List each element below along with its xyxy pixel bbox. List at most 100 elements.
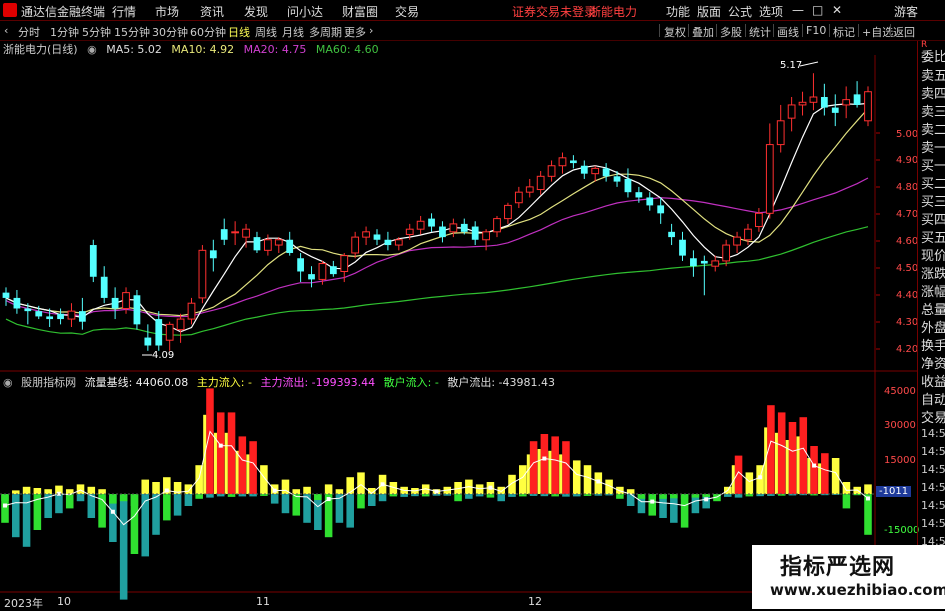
quote-side-panel: R 委比 卖五 卖四 卖三 卖二 卖一 买一 买二 买三 买四 买五 现价 涨跌… [917, 40, 945, 609]
panel-item-bid5[interactable]: 买五 [921, 227, 945, 246]
inflow-bar [292, 489, 301, 494]
panel-item-ratio[interactable]: 委比 [921, 46, 945, 65]
panel-item-ask3[interactable]: 卖三 [921, 101, 945, 120]
panel-item-bid2[interactable]: 买二 [921, 173, 945, 192]
panel-item-ask4[interactable]: 卖四 [921, 83, 945, 102]
flow-point [542, 456, 547, 461]
inflow-bar [346, 477, 354, 494]
ma20-value: MA20: 4.75 [243, 43, 307, 56]
candle-down [668, 231, 675, 238]
candle-down [384, 239, 392, 246]
flow-point [650, 499, 655, 504]
candle-down [613, 176, 621, 182]
candle-down [580, 165, 588, 174]
panel-item-ask1[interactable]: 卖一 [921, 137, 945, 156]
panel-item-turnover[interactable]: 换手 [921, 335, 945, 354]
panel-item-price[interactable]: 现价 [921, 245, 945, 264]
inflow-bar [562, 441, 570, 494]
inflow-bar [777, 412, 786, 494]
panel-item-ask2[interactable]: 卖二 [921, 119, 945, 138]
panel-item-outer[interactable]: 外盘 [921, 317, 945, 336]
candle-up [416, 220, 425, 230]
month-label: 12 [528, 595, 542, 608]
outflow-bar [65, 494, 74, 509]
stock-chart[interactable] [0, 0, 917, 609]
month-label: 11 [256, 595, 270, 608]
candle-up [744, 228, 752, 241]
candle-down [24, 308, 32, 312]
candle-down [646, 197, 654, 206]
panel-item-volume[interactable]: 总量 [921, 299, 945, 318]
panel-item-ask5[interactable]: 卖五 [921, 65, 945, 84]
inflow-bar-side [548, 450, 552, 494]
outflow-bar [119, 494, 128, 600]
inflow-bar [821, 453, 829, 494]
panel-item-net-assets[interactable]: 净资 [921, 353, 945, 372]
time-label: 14:56 [921, 463, 945, 476]
flow-tick: 30000 [884, 420, 916, 431]
flow-point [326, 497, 331, 502]
inflow-bar [141, 479, 150, 494]
inflow-bar-side [537, 449, 541, 494]
flow-point [704, 497, 709, 502]
outflow-bar [357, 494, 365, 509]
inflow-bar [87, 486, 96, 494]
ma5-value: MA5: 5.02 [106, 43, 162, 56]
candle-up [493, 218, 501, 233]
candle-down [111, 297, 119, 309]
inflow-bar-side [774, 432, 778, 494]
panel-item-bid4[interactable]: 买四 [921, 209, 945, 228]
inflow-bar [152, 482, 160, 494]
inflow-bar [44, 489, 52, 494]
inflow-bar [216, 412, 225, 494]
outflow-bar-retail [637, 494, 646, 499]
candle-up [231, 231, 240, 234]
candle-down [308, 274, 315, 280]
panel-item-auto[interactable]: 自动 [921, 389, 945, 408]
outflow-bar [87, 494, 96, 518]
outflow-bar-retail [109, 494, 117, 504]
outflow-bar-retail [659, 494, 667, 499]
candle-down [46, 316, 54, 320]
candle-down [286, 239, 294, 253]
kline-title: 浙能电力(日线) [3, 43, 78, 56]
ma-settings-icon[interactable]: ◉ [87, 43, 97, 56]
flow-point [812, 463, 817, 468]
inflow-bar [238, 436, 247, 494]
outflow-bar-retail [130, 494, 139, 506]
candle-down [35, 311, 43, 317]
outflow-bar [270, 494, 279, 504]
inflow-bar-side [526, 454, 530, 494]
panel-item-change-pct[interactable]: 涨幅 [921, 281, 945, 300]
inflow-bar [22, 486, 31, 494]
candle-up [449, 223, 458, 233]
candle-down [831, 107, 839, 113]
candle-down [220, 229, 228, 240]
inflow-bar [357, 472, 365, 494]
flow-point [380, 482, 385, 487]
flow-point [272, 488, 277, 493]
candle-up [263, 239, 272, 251]
panel-item-earnings[interactable]: 收益 [921, 371, 945, 390]
inflow-bar-side [246, 454, 250, 494]
candle-up [176, 318, 185, 331]
flow-point [110, 509, 115, 514]
time-label: 14:56 [921, 499, 945, 512]
candle-down [624, 178, 632, 193]
panel-item-bid3[interactable]: 买三 [921, 191, 945, 210]
candle-up [733, 236, 741, 246]
indicator-name[interactable]: 股朋指标网 [21, 376, 76, 389]
inflow-bar [249, 441, 257, 494]
outflow-bar [173, 494, 182, 516]
indicator-settings-icon[interactable]: ◉ [3, 376, 13, 389]
panel-item-change[interactable]: 涨跌 [921, 263, 945, 282]
outflow-bar [303, 494, 311, 523]
price-tick: 4.60 [896, 236, 919, 247]
panel-item-trade[interactable]: 交易 [921, 407, 945, 426]
candle-up [776, 120, 785, 146]
candle-up [722, 244, 731, 262]
inflow-bar-side [235, 450, 239, 494]
inflow-bar-side [807, 458, 811, 494]
inflow-bar [831, 458, 840, 494]
panel-item-bid1[interactable]: 买一 [921, 155, 945, 174]
